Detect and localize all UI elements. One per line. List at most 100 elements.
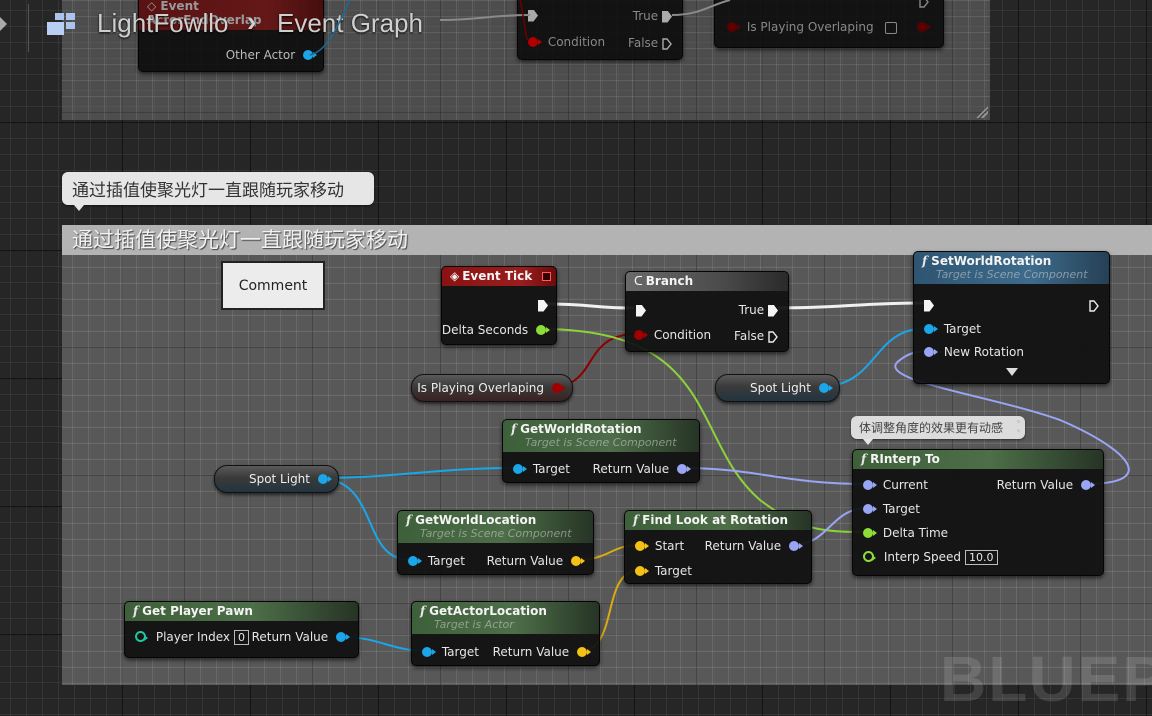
blueprint-watermark: BLUEPRINT <box>940 643 1152 715</box>
pin-target[interactable]: Target <box>408 553 465 569</box>
pin-return-value[interactable]: Return Value <box>252 629 350 645</box>
breadcrumb-separator-icon: › <box>247 6 257 37</box>
pin-return-value[interactable]: Return Value <box>493 644 591 660</box>
object-pin-icon <box>924 323 938 334</box>
node-find-look-at-rotation[interactable]: f Find Look at Rotation Start Return Valu… <box>624 510 812 584</box>
pin-player-index[interactable]: Player Index 0 <box>135 629 250 645</box>
expand-arrow-icon[interactable] <box>1006 368 1018 376</box>
exec-pin-icon <box>768 304 778 317</box>
pin-current[interactable]: Current <box>863 477 928 493</box>
vector-pin-icon <box>635 565 649 576</box>
pin-false[interactable]: False <box>734 328 778 344</box>
bool-pin-icon <box>634 329 648 340</box>
bool-pin-icon <box>727 21 741 32</box>
breadcrumb: LightFowllo › Event Graph <box>0 0 440 52</box>
exec-pin-hollow-icon <box>662 37 672 50</box>
checkbox[interactable] <box>885 21 898 34</box>
node-set-world-rotation[interactable]: f SetWorldRotation Target is Scene Compon… <box>913 251 1110 384</box>
node-get-player-pawn[interactable]: f Get Player Pawn Player Index 0 Return Va… <box>124 601 359 658</box>
back-arrow-icon[interactable] <box>0 17 7 31</box>
blueprint-grid-icon <box>45 12 79 38</box>
pin-delta-seconds[interactable]: Delta Seconds <box>442 322 550 338</box>
exec-pin-hollow-icon <box>919 0 929 8</box>
rinterp-comment-bubble[interactable]: 体调整角度的效果更有动感 ⁘ ⁘ <box>851 416 1025 445</box>
object-pin-icon[interactable] <box>819 383 833 393</box>
divider <box>28 4 29 52</box>
pin-target[interactable]: Target <box>863 501 920 517</box>
function-icon: f <box>922 254 928 268</box>
node-rinterp-to[interactable]: f RInterp To Current Return Value Target … <box>852 449 1104 576</box>
variable-spot-light[interactable]: Spot Light <box>715 374 840 402</box>
rotator-pin-icon <box>789 540 803 551</box>
node-header: ◈ Event Tick <box>442 267 556 286</box>
pin-start[interactable]: Start <box>635 538 684 554</box>
pin-return-value[interactable]: Return Value <box>487 553 585 569</box>
pin-interp-speed[interactable]: Interp Speed 10.0 <box>863 549 998 565</box>
node-event-tick[interactable]: ◈ Event Tick Delta Seconds <box>441 266 557 345</box>
function-icon: f <box>420 604 426 618</box>
pin-output-bool[interactable] <box>917 19 931 35</box>
pin-target[interactable]: Target <box>635 563 692 579</box>
object-pin-icon <box>336 631 350 642</box>
node-get-actor-location[interactable]: f GetActorLocation Target is Actor Target… <box>411 601 600 666</box>
pin-false[interactable]: False <box>628 35 672 51</box>
exec-out-pin[interactable] <box>919 0 929 9</box>
node-get-world-rotation[interactable]: f GetWorldRotation Target is Scene Compon… <box>502 419 700 483</box>
pin-target[interactable]: Target <box>513 461 570 477</box>
object-pin-icon <box>303 49 317 60</box>
pin-true[interactable]: True <box>633 8 672 24</box>
function-icon: f <box>406 513 412 527</box>
exec-in-pin[interactable] <box>528 7 538 23</box>
vector-pin-icon <box>577 646 591 657</box>
pin-condition[interactable]: Condition <box>634 327 711 343</box>
breadcrumb-blueprint-name[interactable]: LightFowllo <box>97 8 229 39</box>
node-header: f Get Player Pawn <box>125 602 358 621</box>
function-icon: f <box>861 452 867 466</box>
rotator-pin-icon <box>677 463 691 474</box>
rotator-pin-icon <box>1081 479 1095 490</box>
rotator-pin-icon <box>924 346 938 357</box>
node-header: f GetWorldRotation Target is Scene Compon… <box>503 420 699 452</box>
pin-delta-time[interactable]: Delta Time <box>863 525 948 541</box>
pin-return-value[interactable]: Return Value <box>997 477 1095 493</box>
node-header: f GetWorldLocation Target is Scene Compon… <box>398 511 593 543</box>
bubble-pin-icon[interactable]: ⁘ ⁘ <box>1016 418 1021 436</box>
pin-target[interactable]: Target <box>924 321 981 337</box>
object-pin-icon[interactable] <box>318 474 332 484</box>
pin-condition[interactable]: Condition <box>528 34 605 50</box>
comment-resize-grip[interactable] <box>976 106 988 118</box>
exec-pin-icon <box>924 299 934 312</box>
exec-in-pin[interactable] <box>636 302 646 318</box>
comment-bubble[interactable]: 通过插值使聚光灯一直跟随玩家移动 <box>62 172 374 211</box>
node-header: f SetWorldRotation Target is Scene Compon… <box>914 252 1109 284</box>
pin-return-value[interactable]: Return Value <box>593 461 691 477</box>
breadcrumb-graph-name[interactable]: Event Graph <box>277 8 423 39</box>
node-set-is-playing-overlaping[interactable]: Is Playing Overlaping <box>714 0 944 48</box>
variable-spot-light-2[interactable]: Spot Light <box>214 465 339 493</box>
object-pin-icon <box>513 463 527 474</box>
int-pin-hollow-icon <box>135 631 148 642</box>
vector-pin-icon <box>571 555 585 566</box>
node-branch-top[interactable]: True Condition False <box>517 0 683 60</box>
exec-out-pin[interactable] <box>538 297 548 313</box>
interp-speed-input[interactable]: 10.0 <box>965 550 998 565</box>
node-branch[interactable]: ᑕ Branch True Condition False <box>625 271 789 352</box>
bool-pin-icon <box>917 21 931 32</box>
node-header: f GetActorLocation Target is Actor <box>412 602 599 634</box>
function-icon: f <box>511 422 517 436</box>
pin-true[interactable]: True <box>739 302 778 318</box>
exec-in-pin[interactable] <box>924 297 934 313</box>
bool-pin-icon[interactable] <box>552 383 566 393</box>
object-pin-icon <box>408 555 422 566</box>
delegate-square-icon[interactable] <box>542 272 551 281</box>
comment-button[interactable]: Comment <box>221 261 325 310</box>
node-get-world-location[interactable]: f GetWorldLocation Target is Scene Compon… <box>397 510 594 575</box>
pin-is-playing-overlaping[interactable]: Is Playing Overlaping <box>727 19 898 35</box>
pin-target[interactable]: Target <box>422 644 479 660</box>
variable-is-playing-overlaping[interactable]: Is Playing Overlaping <box>411 374 573 402</box>
pin-new-rotation[interactable]: New Rotation <box>924 344 1024 360</box>
exec-out-pin[interactable] <box>1089 297 1099 313</box>
function-icon: f <box>133 604 139 618</box>
player-index-input[interactable]: 0 <box>234 630 250 645</box>
pin-return-value[interactable]: Return Value <box>705 538 803 554</box>
